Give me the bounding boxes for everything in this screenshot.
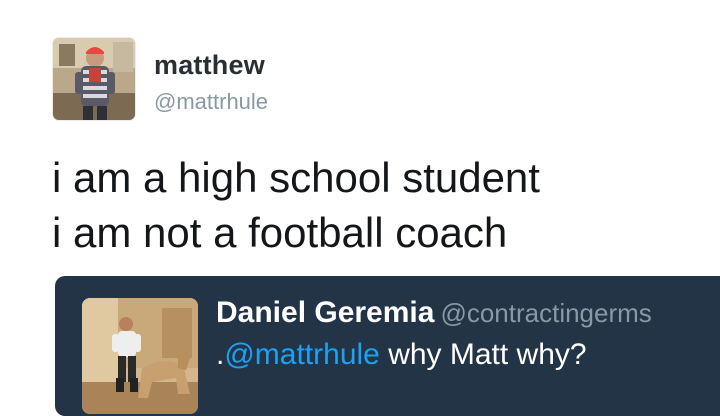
quoted-author-handle[interactable]: @contractingerms [440, 298, 651, 328]
author-avatar[interactable] [53, 38, 135, 120]
quoted-author-avatar[interactable] [82, 298, 198, 414]
quoted-mention-link[interactable]: @mattrhule [224, 338, 380, 371]
author-avatar-image [53, 38, 135, 120]
tweet-text-line: i am not a football coach [52, 209, 508, 256]
tweet-card: matthew @mattrhule i am a high school st… [0, 0, 720, 416]
quoted-tweet[interactable]: Daniel Geremia @contractingerms .@mattrhu… [55, 276, 720, 416]
tweet-text-line: i am a high school student [52, 154, 540, 201]
quoted-author-avatar-image [82, 298, 198, 414]
quoted-text-suffix: why Matt why? [379, 338, 587, 371]
quoted-tweet-text: .@mattrhule why Matt why? [216, 338, 587, 372]
quoted-author-display-name[interactable]: Daniel Geremia [216, 296, 434, 329]
author-handle[interactable]: @mattrhule [154, 89, 268, 115]
tweet-text: i am a high school student i am not a fo… [52, 150, 540, 260]
author-display-name[interactable]: matthew [154, 50, 265, 81]
quoted-author-line: Daniel Geremia @contractingerms [216, 296, 652, 330]
